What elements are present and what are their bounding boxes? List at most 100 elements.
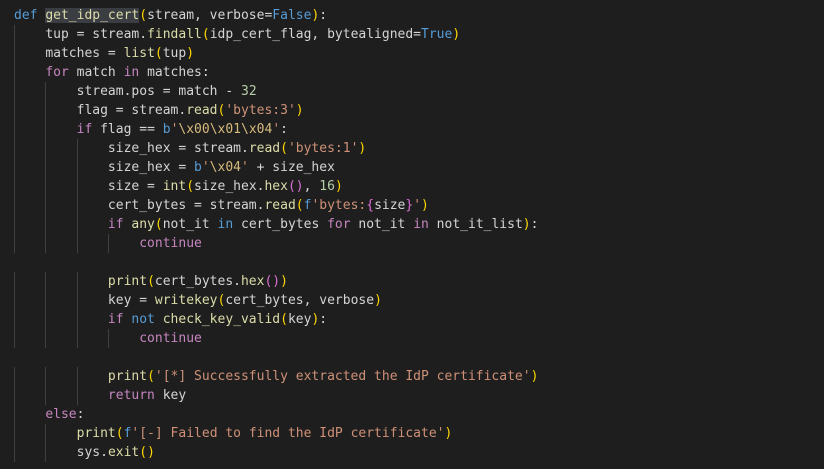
code-token: print (76, 426, 116, 441)
code-token: False (272, 8, 312, 23)
code-line[interactable]: stream.pos = match - 32 (0, 82, 538, 101)
code-editor[interactable]: def get_idp_cert(stream, verbose=False):… (0, 0, 824, 469)
code-token: tup = stream. (45, 27, 148, 42)
indent-guide (76, 386, 78, 405)
code-line[interactable]: flag = stream.read('bytes:3') (0, 101, 538, 120)
code-token: ) (186, 46, 195, 61)
code-token: size_hex = (107, 160, 195, 175)
indent-guide (76, 272, 78, 291)
indent-guide (45, 101, 47, 120)
code-token: return (107, 388, 155, 403)
code-token: flag == (92, 122, 163, 137)
code-line[interactable]: if flag == b'\x00\x01\x04': (0, 120, 538, 139)
code-token: ( (295, 198, 304, 213)
code-line[interactable]: if any(not_it in cert_bytes for not_it i… (0, 215, 538, 234)
code-line[interactable]: size = int(size_hex.hex(), 16) (0, 177, 538, 196)
code-token: tup (162, 46, 187, 61)
code-token: ) (280, 274, 288, 289)
code-line[interactable]: continue (0, 329, 538, 348)
code-token: ' (413, 198, 422, 213)
code-line[interactable]: for match in matches: (0, 63, 538, 82)
code-token: b (162, 122, 171, 137)
code-line[interactable]: else: (0, 405, 538, 424)
code-token: matches = (45, 46, 124, 61)
code-line[interactable]: tup = stream.findall(idp_cert_flag, byte… (0, 25, 538, 44)
code-token: ) (522, 217, 531, 232)
code-token: ) (452, 27, 461, 42)
indent-guide (45, 386, 47, 405)
code-line[interactable]: cert_bytes = stream.read(f'bytes:{size}'… (0, 196, 538, 215)
code-line[interactable]: sys.exit() (0, 443, 538, 462)
code-line[interactable]: print(cert_bytes.hex()) (0, 272, 538, 291)
code-token: writekey (154, 293, 218, 308)
code-line[interactable] (0, 348, 538, 367)
code-token: for (327, 217, 351, 232)
code-token: else (45, 407, 77, 422)
code-token: b (194, 160, 202, 175)
code-token: 16 (319, 179, 335, 194)
indent-guide (45, 215, 47, 234)
code-token: for (45, 65, 69, 80)
code-token: cert_bytes (233, 217, 328, 232)
code-line[interactable]: if not check_key_valid(key): (0, 310, 538, 329)
indent-guide (45, 310, 47, 329)
code-token: 'bytes:1' (287, 141, 359, 156)
code-area[interactable]: def get_idp_cert(stream, verbose=False):… (0, 6, 538, 462)
code-line[interactable] (0, 253, 538, 272)
code-token: key (287, 312, 312, 327)
indent-guide (45, 291, 47, 310)
indent-guide (45, 272, 47, 291)
code-token: , (303, 179, 320, 194)
code-token: get_idp_cert (45, 8, 140, 23)
code-token: def (14, 8, 38, 23)
indent-guide (14, 272, 15, 291)
indent-guide (14, 424, 15, 443)
code-token: findall (147, 27, 202, 42)
code-token: matches: (139, 65, 210, 80)
code-line[interactable]: def get_idp_cert(stream, verbose=False): (0, 6, 538, 25)
code-token: list (123, 46, 155, 61)
code-token: cert_bytes = stream. (107, 198, 265, 213)
indent-guide (45, 139, 47, 158)
code-token: ( (186, 179, 195, 194)
code-token: '[-] Failed to find the IdP certificate' (131, 426, 445, 441)
indent-guide (14, 158, 15, 177)
code-line[interactable]: size_hex = stream.read('bytes:1') (0, 139, 538, 158)
code-token: ( (201, 27, 210, 42)
indent-guide (14, 120, 15, 139)
code-token: ' (201, 160, 210, 175)
code-token: hex (264, 179, 288, 194)
code-token: continue (139, 331, 202, 346)
code-token: () (264, 274, 281, 289)
code-line[interactable]: key = writekey(cert_bytes, verbose) (0, 291, 538, 310)
code-line[interactable]: return key (0, 386, 538, 405)
indent-guide (45, 120, 47, 139)
code-token: size_hex. (194, 179, 265, 194)
indent-guide (45, 177, 47, 196)
code-line[interactable]: print(f'[-] Failed to find the IdP certi… (0, 424, 538, 443)
indent-guide (76, 139, 78, 158)
code-token: ) (334, 179, 343, 194)
code-token: : (319, 312, 328, 327)
code-line[interactable]: continue (0, 234, 538, 253)
code-token: () (139, 445, 155, 460)
code-token: ( (154, 217, 163, 232)
code-token: read (264, 198, 296, 213)
code-line[interactable]: matches = list(tup) (0, 44, 538, 63)
indent-guide (76, 329, 78, 348)
code-token: read (186, 103, 218, 118)
code-token: '[*] Successfully extracted the IdP cert… (154, 369, 531, 384)
code-line[interactable]: size_hex = b'\x04' + size_hex (0, 158, 538, 177)
indent-guide (14, 196, 15, 215)
code-line[interactable]: print('[*] Successfully extracted the Id… (0, 367, 538, 386)
